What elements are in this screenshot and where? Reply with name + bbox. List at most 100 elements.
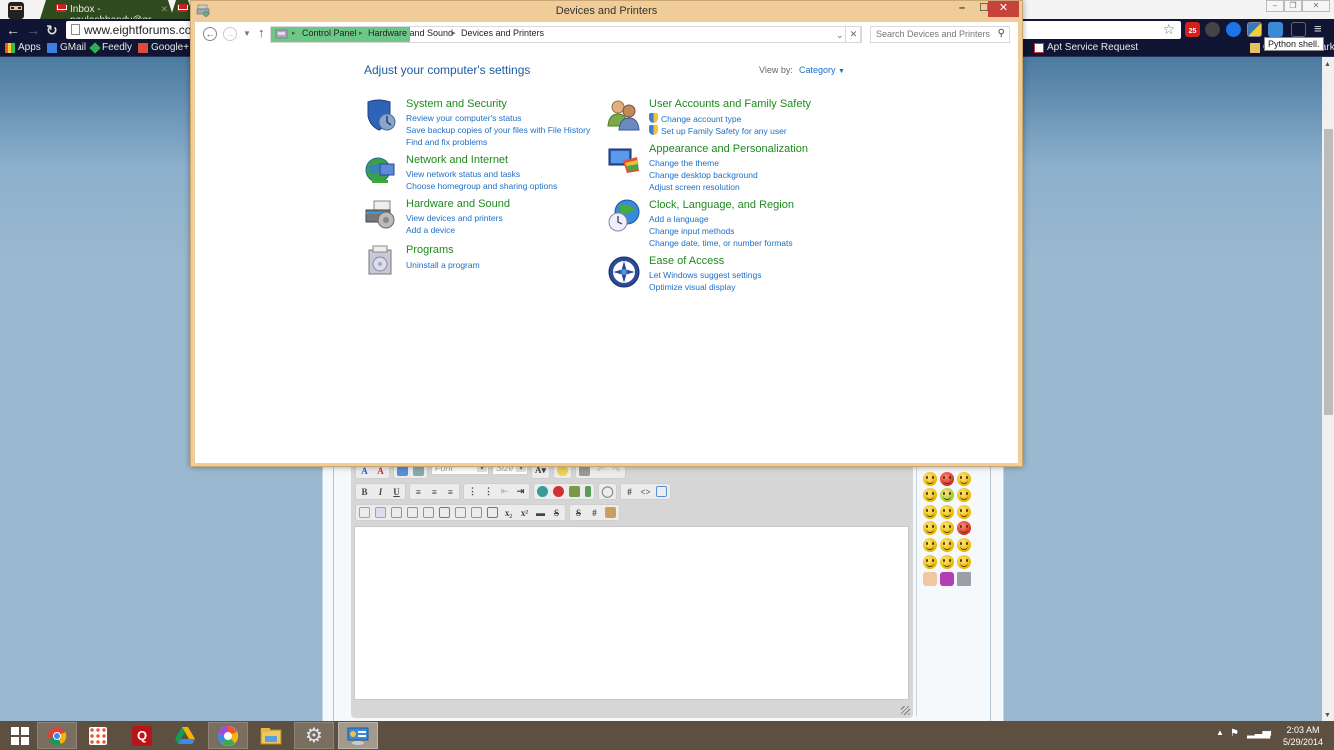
category-link[interactable]: Choose homegroup and sharing options <box>406 181 557 191</box>
taskbar-chrome[interactable] <box>37 722 77 749</box>
smilie-icon[interactable] <box>940 538 954 552</box>
category-title[interactable]: Ease of Access <box>649 255 724 267</box>
col-right-icon[interactable] <box>471 507 482 518</box>
italic-icon[interactable]: I <box>375 486 386 497</box>
smilie-icon[interactable] <box>940 521 954 535</box>
remove-link-icon[interactable] <box>553 486 564 497</box>
back-button[interactable]: ← <box>203 27 217 41</box>
superscript-icon[interactable]: x² <box>519 507 530 518</box>
category-link[interactable]: Change the theme <box>649 158 719 168</box>
url-text[interactable]: www.eightforums.com <box>84 23 201 37</box>
hash-icon[interactable]: # <box>624 486 635 497</box>
smilie-icon[interactable] <box>923 538 937 552</box>
bookmark-apt-service[interactable]: Apt Service Request <box>1034 42 1138 53</box>
search-input[interactable] <box>876 29 991 39</box>
chrome-restore-button[interactable]: ❐ <box>1284 0 1302 12</box>
search-box[interactable]: ⚲ <box>870 26 1010 43</box>
address-clear-icon[interactable]: ✕ <box>845 26 862 43</box>
category-title[interactable]: User Accounts and Family Safety <box>649 98 811 110</box>
taskbar-picasa[interactable] <box>208 722 248 749</box>
extension-owl-icon[interactable] <box>1205 22 1220 37</box>
category-link[interactable]: Add a device <box>406 225 455 235</box>
sign-icon[interactable] <box>957 572 971 586</box>
insert-image-icon[interactable] <box>569 486 580 497</box>
smilie-icon[interactable] <box>923 555 937 569</box>
smilie-icon[interactable] <box>923 505 937 519</box>
quote-icon[interactable]: ◯ <box>601 486 613 498</box>
strike-icon[interactable]: S <box>573 507 584 518</box>
smilie-icon[interactable] <box>940 488 954 502</box>
taskbar-control-panel[interactable]: ⚙ <box>294 722 334 749</box>
chrome-close-button[interactable]: ✕ <box>1302 0 1330 12</box>
smilie-icon[interactable] <box>923 472 937 486</box>
bookmark-apps[interactable]: Apps <box>5 42 41 53</box>
breadcrumb-hardware-and-sound[interactable]: Hardware and Sound <box>368 28 453 38</box>
underline-icon[interactable]: U <box>391 486 402 497</box>
category-link[interactable]: Add a language <box>649 214 709 224</box>
align-left-icon[interactable]: ≡ <box>413 486 424 497</box>
category-link[interactable]: View devices and printers <box>406 213 503 223</box>
forward-arrow-icon[interactable]: → <box>26 22 40 38</box>
taskbar-google-drive[interactable] <box>165 722 205 749</box>
table-properties-icon[interactable] <box>375 507 386 518</box>
category-title[interactable]: Appearance and Personalization <box>649 143 808 155</box>
chrome-minimize-button[interactable]: – <box>1266 0 1284 12</box>
action-center-flag-icon[interactable]: ⚑ <box>1230 728 1239 739</box>
address-bar[interactable]: ▸ Control Panel ▸ Hardware and Sound ▸ D… <box>270 26 861 43</box>
up-arrow-icon[interactable]: ↑ <box>258 25 265 40</box>
strikethrough-icon[interactable]: S <box>551 507 562 518</box>
align-center-icon[interactable]: ≡ <box>429 486 440 497</box>
category-link[interactable]: Change account type <box>649 113 741 124</box>
resize-grip-icon[interactable] <box>901 706 910 715</box>
delete-row-icon[interactable] <box>439 507 450 518</box>
message-textarea[interactable] <box>354 526 909 700</box>
category-link[interactable]: Find and fix problems <box>406 137 487 147</box>
scroll-up-icon[interactable]: ▲ <box>1324 61 1331 68</box>
taskbar-file-explorer[interactable] <box>251 722 291 749</box>
category-link[interactable]: Save backup copies of your files with Fi… <box>406 125 590 135</box>
volume-icon[interactable]: 🔈︎ <box>1268 728 1274 739</box>
category-link[interactable]: Uninstall a program <box>406 260 480 270</box>
bookmark-feedly[interactable]: Feedly <box>89 41 132 54</box>
bookmark-gmail[interactable]: GMail <box>47 42 86 53</box>
row-above-icon[interactable] <box>407 507 418 518</box>
view-by-dropdown[interactable]: Category ▼ <box>799 65 845 75</box>
subscript-icon[interactable]: x₂ <box>503 507 514 518</box>
back-arrow-icon[interactable]: ← <box>6 22 20 38</box>
address-dropdown-icon[interactable]: ⌄ <box>836 30 844 41</box>
minimize-button[interactable]: – <box>951 1 973 17</box>
smilie-icon[interactable] <box>940 505 954 519</box>
profile-avatar-icon[interactable] <box>4 0 28 19</box>
category-link[interactable]: View network status and tasks <box>406 169 520 179</box>
taskbar-devices-printers[interactable] <box>338 722 378 749</box>
breadcrumb-chevron-icon[interactable]: ▸ <box>359 29 363 37</box>
category-link[interactable]: Change date, time, or number formats <box>649 238 793 248</box>
breadcrumb-control-panel[interactable]: Control Panel <box>302 28 357 38</box>
code-icon[interactable]: <> <box>640 486 651 497</box>
category-title[interactable]: System and Security <box>406 98 507 110</box>
category-link[interactable]: Set up Family Safety for any user <box>649 125 787 136</box>
scroll-down-icon[interactable]: ▼ <box>1324 712 1331 719</box>
scrollbar-thumb[interactable] <box>1324 129 1333 415</box>
smilie-icon[interactable] <box>923 521 937 535</box>
thumbs-up-icon[interactable] <box>923 572 937 586</box>
system-clock[interactable]: 2:03 AM 5/29/2014 <box>1283 724 1323 748</box>
extension-badge-icon[interactable]: 25 <box>1185 22 1200 37</box>
reload-icon[interactable]: ↻ <box>46 22 58 38</box>
category-title[interactable]: Programs <box>406 244 454 256</box>
table-icon[interactable] <box>359 507 370 518</box>
bookmark-star-icon[interactable]: ☆ <box>1162 21 1175 38</box>
clipboard-icon[interactable] <box>605 507 616 518</box>
category-link[interactable]: Review your computer's status <box>406 113 521 123</box>
tab-inbox[interactable]: Inbox - paulashbandy@gr ✕ <box>40 0 174 19</box>
smilie-icon[interactable] <box>940 472 954 486</box>
start-button[interactable] <box>0 722 40 749</box>
unordered-list-icon[interactable]: ⋮ <box>483 486 494 497</box>
smilie-icon[interactable] <box>940 555 954 569</box>
smilie-icon[interactable] <box>957 521 971 535</box>
category-link[interactable]: Change desktop background <box>649 170 758 180</box>
category-title[interactable]: Clock, Language, and Region <box>649 199 794 211</box>
smilie-icon[interactable] <box>957 505 971 519</box>
smilie-icon[interactable] <box>957 472 971 486</box>
insert-video-icon[interactable] <box>585 486 591 497</box>
